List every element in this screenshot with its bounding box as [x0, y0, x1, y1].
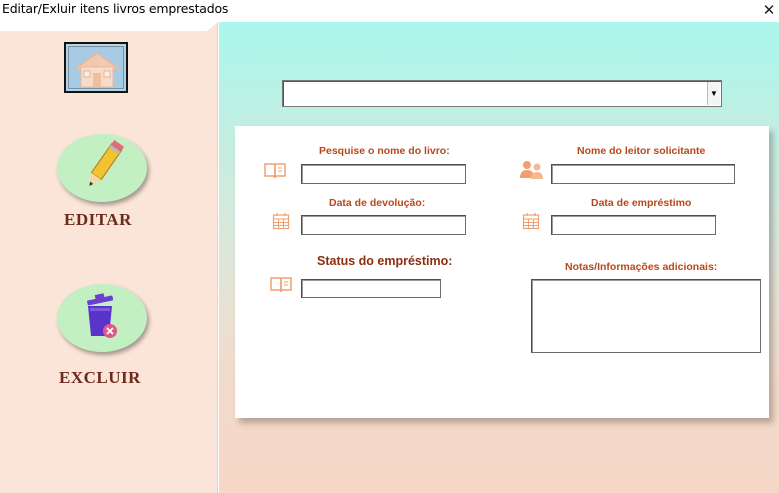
book-icon [264, 163, 286, 179]
return-date-input[interactable] [301, 215, 466, 235]
trash-delete-icon [87, 293, 117, 338]
edit-label: EDITAR [64, 210, 132, 229]
delete-button[interactable]: EXCLUIR [0, 262, 218, 392]
calendar-icon [522, 213, 540, 230]
dropdown-arrow-icon[interactable]: ▼ [707, 82, 720, 105]
return-date-label: Data de devolução: [329, 197, 426, 209]
users-icon [520, 161, 543, 179]
form-panel: Pesquise o nome do livro: Nome do leitor… [235, 126, 769, 418]
book-search-label: Pesquise o nome do livro: [319, 145, 450, 157]
record-select-dropdown[interactable]: ▼ [282, 80, 722, 107]
loan-status-input[interactable] [301, 279, 441, 298]
book-search-input[interactable] [301, 164, 466, 184]
calendar-icon [272, 213, 290, 230]
edit-button[interactable]: EDITAR [0, 22, 218, 242]
edit-oval [57, 134, 147, 202]
close-button[interactable]: ✕ [759, 0, 779, 20]
delete-oval [57, 284, 147, 352]
reader-name-input[interactable] [551, 164, 735, 184]
sidebar: EDITAR EXCLUIR [0, 22, 218, 493]
reader-name-label: Nome do leitor solicitante [577, 145, 706, 157]
notes-textarea[interactable] [531, 279, 761, 353]
loan-date-label: Data de empréstimo [591, 197, 692, 209]
notes-label: Notas/Informações adicionais: [565, 261, 718, 273]
pencil-icon [89, 139, 125, 187]
window-title: Editar/Exluir itens livros emprestados [2, 1, 229, 16]
book-icon [270, 277, 292, 293]
delete-label: EXCLUIR [59, 368, 141, 387]
title-bar: Editar/Exluir itens livros emprestados ✕ [0, 0, 779, 22]
loan-status-label: Status do empréstimo: [317, 254, 453, 268]
loan-date-input[interactable] [551, 215, 716, 235]
